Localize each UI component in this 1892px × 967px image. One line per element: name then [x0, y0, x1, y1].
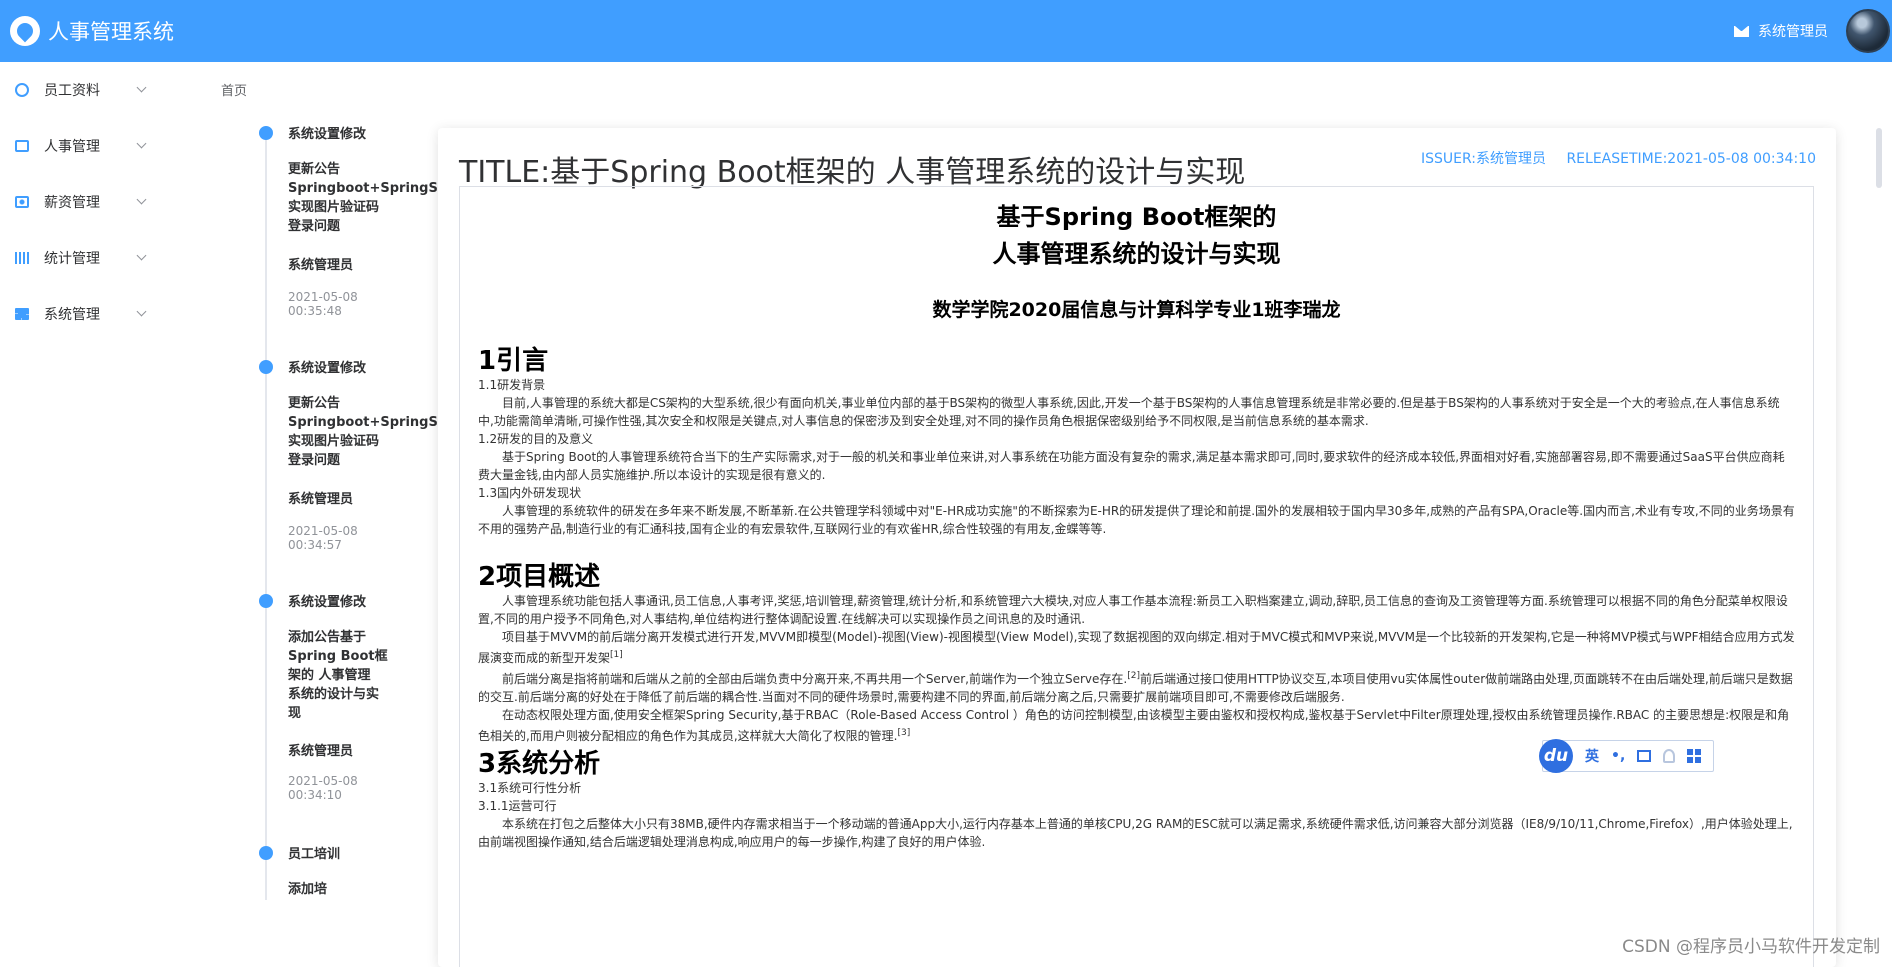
- timeline-author: 系统管理员: [288, 258, 354, 273]
- page-scrollbar[interactable]: [1876, 128, 1882, 188]
- paragraph: 人事管理系统功能包括人事通讯,员工信息,人事考评,奖惩,培训管理,薪资管理,统计…: [478, 594, 1788, 626]
- sidebar-item-label: 人事管理: [44, 139, 100, 155]
- sidebar-item-label: 统计管理: [44, 251, 100, 267]
- chevron-down-icon: [136, 138, 147, 149]
- timeline-time: 2021-05-08 00:35:48: [288, 290, 358, 318]
- watermark: CSDN @程序员小马软件开发定制: [1622, 937, 1880, 957]
- citation: [3]: [897, 728, 911, 738]
- paragraph: 基于Spring Boot的人事管理系统符合当下的生产实际需求,对于一般的机关和…: [478, 450, 1785, 482]
- sidebar-item-system[interactable]: 系统管理: [0, 286, 185, 342]
- timeline-head: 系统设置修改: [288, 127, 367, 142]
- article-issuer: ISSUER:系统管理员: [1420, 151, 1546, 167]
- timeline-time: 2021-05-08 00:34:57: [288, 524, 358, 552]
- card-icon: [15, 140, 29, 152]
- header-user-area[interactable]: 系统管理员: [1734, 0, 1892, 62]
- timeline-dot-icon: [259, 846, 273, 860]
- section-heading: 2项目概述: [478, 562, 601, 592]
- doc-title: 基于Spring Boot框架的 人事管理系统的设计与实现: [992, 203, 1281, 268]
- timeline-dot-icon: [259, 594, 273, 608]
- timeline-head: 系统设置修改: [288, 595, 367, 610]
- citation: [2]: [1127, 671, 1140, 681]
- top-header: 人事管理系统 系统管理员: [0, 0, 1892, 62]
- ime-punct-toggle[interactable]: •,: [1611, 748, 1625, 764]
- timeline-dot-icon: [259, 360, 273, 374]
- app-logo-icon: [10, 16, 40, 46]
- breadcrumb[interactable]: 首页: [221, 80, 247, 99]
- chevron-down-icon: [136, 194, 147, 205]
- paragraph: 目前,人事管理的系统大都是CS架构的大型系统,很少有面向机关,事业单位内部的基于…: [478, 396, 1780, 428]
- citation: [1]: [610, 650, 623, 660]
- sidebar-item-personnel[interactable]: 人事管理: [0, 118, 185, 174]
- article-meta: ISSUER:系统管理员 RELEASETIME:2021-05-08 00:3…: [1405, 148, 1816, 168]
- paragraph-text: 前后端分离是指将前端和后端从之前的全部由后端负责中分离开来,不再共用一个Serv…: [502, 672, 1128, 686]
- ime-keyboard-icon[interactable]: [1637, 750, 1652, 762]
- announcement-timeline: 系统设置修改 更新公告 Springboot+SpringSe 实现图片验证码 …: [255, 110, 440, 900]
- sidebar-item-label: 员工资料: [44, 83, 100, 99]
- subsection-heading: 3.1系统可行性分析: [478, 781, 582, 795]
- sidebar-item-employee[interactable]: 员工资料: [0, 62, 185, 118]
- sidebar-item-statistics[interactable]: 统计管理: [0, 230, 185, 286]
- paragraph-text: 在动态权限处理方面,使用安全框架Spring Security,基于RBAC（R…: [478, 708, 1790, 743]
- paragraph: 人事管理的系统软件的研发在多年来不断发展,不断革新.在公共管理学科领域中对"E-…: [478, 504, 1795, 536]
- paragraph: 项目基于MVVM的前后端分离开发模式进行开发,MVVM即模型(Model)-视图…: [478, 628, 1795, 667]
- mail-icon[interactable]: [1734, 25, 1749, 37]
- timeline-body: 更新公告 Springboot+SpringSe 实现图片验证码 登录问题: [288, 162, 440, 234]
- ime-toolbar[interactable]: du 英 •,: [1539, 739, 1714, 773]
- section-heading: 1引言: [478, 346, 549, 376]
- article-title: TITLE:基于Spring Boot框架的 人事管理系统的设计与实现: [459, 155, 1246, 190]
- timeline-time: 2021-05-08 00:34:10: [288, 774, 358, 802]
- paragraph: 本系统在打包之后整体大小只有38MB,硬件内存需求相当于一个移动端的普通App大…: [478, 817, 1793, 849]
- sidebar-item-label: 薪资管理: [44, 195, 100, 211]
- ime-user-icon[interactable]: [1663, 749, 1676, 763]
- chart-icon: [15, 252, 29, 264]
- timeline-body: 添加培: [288, 882, 328, 897]
- sidebar-item-salary[interactable]: 薪资管理: [0, 174, 185, 230]
- chevron-down-icon: [136, 306, 147, 317]
- timeline-body: 更新公告 Springboot+SpringSe 实现图片验证码 登录问题: [288, 396, 440, 468]
- ime-lang-toggle[interactable]: 英: [1585, 746, 1599, 766]
- timeline-line: [265, 126, 267, 900]
- ime-menu-icon[interactable]: [1687, 749, 1702, 763]
- paragraph-text: 项目基于MVVM的前后端分离开发模式进行开发,MVVM即模型(Model)-视图…: [478, 630, 1795, 665]
- subsection-heading: 1.1研发背景: [478, 378, 546, 392]
- sidebar-item-label: 系统管理: [44, 307, 100, 323]
- subsection-heading: 3.1.1运营可行: [478, 799, 557, 813]
- user-name[interactable]: 系统管理员: [1758, 21, 1828, 41]
- article-document[interactable]: 基于Spring Boot框架的 人事管理系统的设计与实现 数学学院2020届信…: [459, 186, 1814, 967]
- timeline-author: 系统管理员: [288, 744, 354, 759]
- timeline-body: 添加公告基于 Spring Boot框 架的 人事管理 系统的设计与实 现: [288, 630, 388, 721]
- sidebar-menu: 员工资料 人事管理 薪资管理 统计管理 系统管理: [0, 62, 185, 967]
- app-title: 人事管理系统: [48, 20, 174, 44]
- money-icon: [15, 196, 29, 208]
- timeline-head: 系统设置修改: [288, 361, 367, 376]
- paragraph: 前后端分离是指将前端和后端从之前的全部由后端负责中分离开来,不再共用一个Serv…: [478, 667, 1795, 706]
- timeline-author: 系统管理员: [288, 492, 354, 507]
- user-icon: [15, 83, 29, 97]
- article-releasetime: RELEASETIME:2021-05-08 00:34:10: [1566, 151, 1816, 167]
- timeline-head: 员工培训: [288, 847, 341, 862]
- subsection-heading: 1.3国内外研发现状: [478, 486, 582, 500]
- avatar[interactable]: [1846, 9, 1890, 53]
- timeline-dot-icon: [259, 126, 273, 140]
- ime-logo-icon[interactable]: du: [1539, 739, 1573, 773]
- chevron-down-icon: [136, 82, 147, 93]
- doc-subtitle: 数学学院2020届信息与计算科学专业1班李瑞龙: [932, 299, 1341, 321]
- chevron-down-icon: [136, 250, 147, 261]
- windows-icon: [15, 308, 29, 320]
- article-card: TITLE:基于Spring Boot框架的 人事管理系统的设计与实现 ISSU…: [438, 128, 1836, 967]
- subsection-heading: 1.2研发的目的及意义: [478, 432, 594, 446]
